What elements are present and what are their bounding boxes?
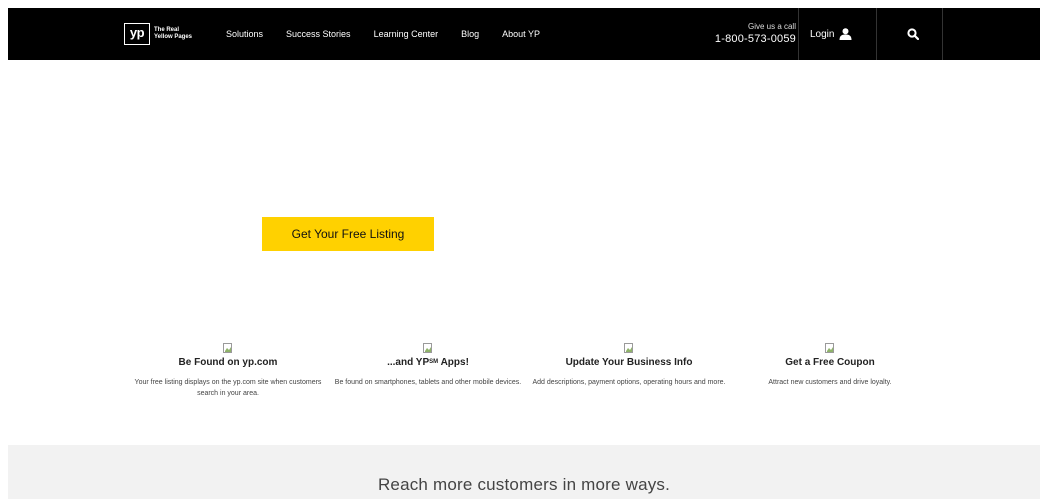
get-free-listing-button[interactable]: Get Your Free Listing	[262, 217, 434, 251]
call-us[interactable]: Give us a call 1-800-573-0059	[702, 22, 796, 46]
broken-image-icon	[423, 341, 433, 353]
nav-divider	[876, 8, 877, 60]
nav-solutions[interactable]: Solutions	[226, 29, 263, 39]
yp-logo[interactable]: yp The Real Yellow Pages	[124, 19, 198, 49]
feature-update-info: Update Your Business Info Add descriptio…	[529, 341, 729, 388]
login-label: Login	[810, 28, 835, 40]
feature-title: Be Found on yp.com	[178, 357, 278, 368]
feature-title: Update Your Business Info	[565, 357, 693, 368]
nav-blog[interactable]: Blog	[461, 29, 479, 39]
logo-mark: yp	[124, 23, 150, 45]
search-icon	[907, 28, 919, 40]
call-label: Give us a call	[747, 22, 796, 31]
feature-description: Attract new customers and drive loyalty.	[768, 379, 892, 386]
reach-customers-band: Reach more customers in more ways.	[8, 445, 1040, 499]
login-button[interactable]: Login	[810, 8, 852, 60]
phone-number[interactable]: 1-800-573-0059	[702, 32, 796, 46]
search-button[interactable]	[884, 8, 942, 60]
nav-divider	[942, 8, 943, 60]
logo-tagline: The Real Yellow Pages	[154, 27, 193, 40]
title-text: Apps!	[438, 357, 469, 368]
broken-image-icon	[624, 341, 634, 353]
feature-title: Get a Free Coupon	[785, 357, 875, 368]
broken-image-icon	[223, 341, 233, 353]
nav-divider	[798, 8, 799, 60]
broken-image-icon	[825, 341, 835, 353]
top-nav-bar: yp The Real Yellow Pages Solutions Succe…	[8, 8, 1040, 60]
title-text: ...and YP	[387, 357, 430, 368]
feature-title: ...and YPSM Apps!	[328, 356, 528, 370]
nav-learning-center[interactable]: Learning Center	[374, 29, 439, 39]
service-mark: SM	[429, 359, 439, 365]
band-heading: Reach more customers in more ways.	[377, 475, 671, 494]
nav-about-yp[interactable]: About YP	[502, 29, 540, 39]
feature-yp-apps: ...and YPSM Apps! Be found on smartphone…	[328, 341, 528, 388]
main-nav: Solutions Success Stories Learning Cente…	[226, 8, 563, 60]
feature-free-coupon: Get a Free Coupon Attract new customers …	[730, 341, 930, 388]
nav-success-stories[interactable]: Success Stories	[286, 29, 351, 39]
feature-description: Be found on smartphones, tablets and oth…	[334, 379, 522, 386]
feature-be-found: Be Found on yp.com Your free listing dis…	[128, 341, 328, 399]
feature-description: Add descriptions, payment options, opera…	[532, 379, 726, 386]
user-icon	[839, 28, 852, 40]
feature-description: Your free listing displays on the yp.com…	[134, 379, 322, 397]
